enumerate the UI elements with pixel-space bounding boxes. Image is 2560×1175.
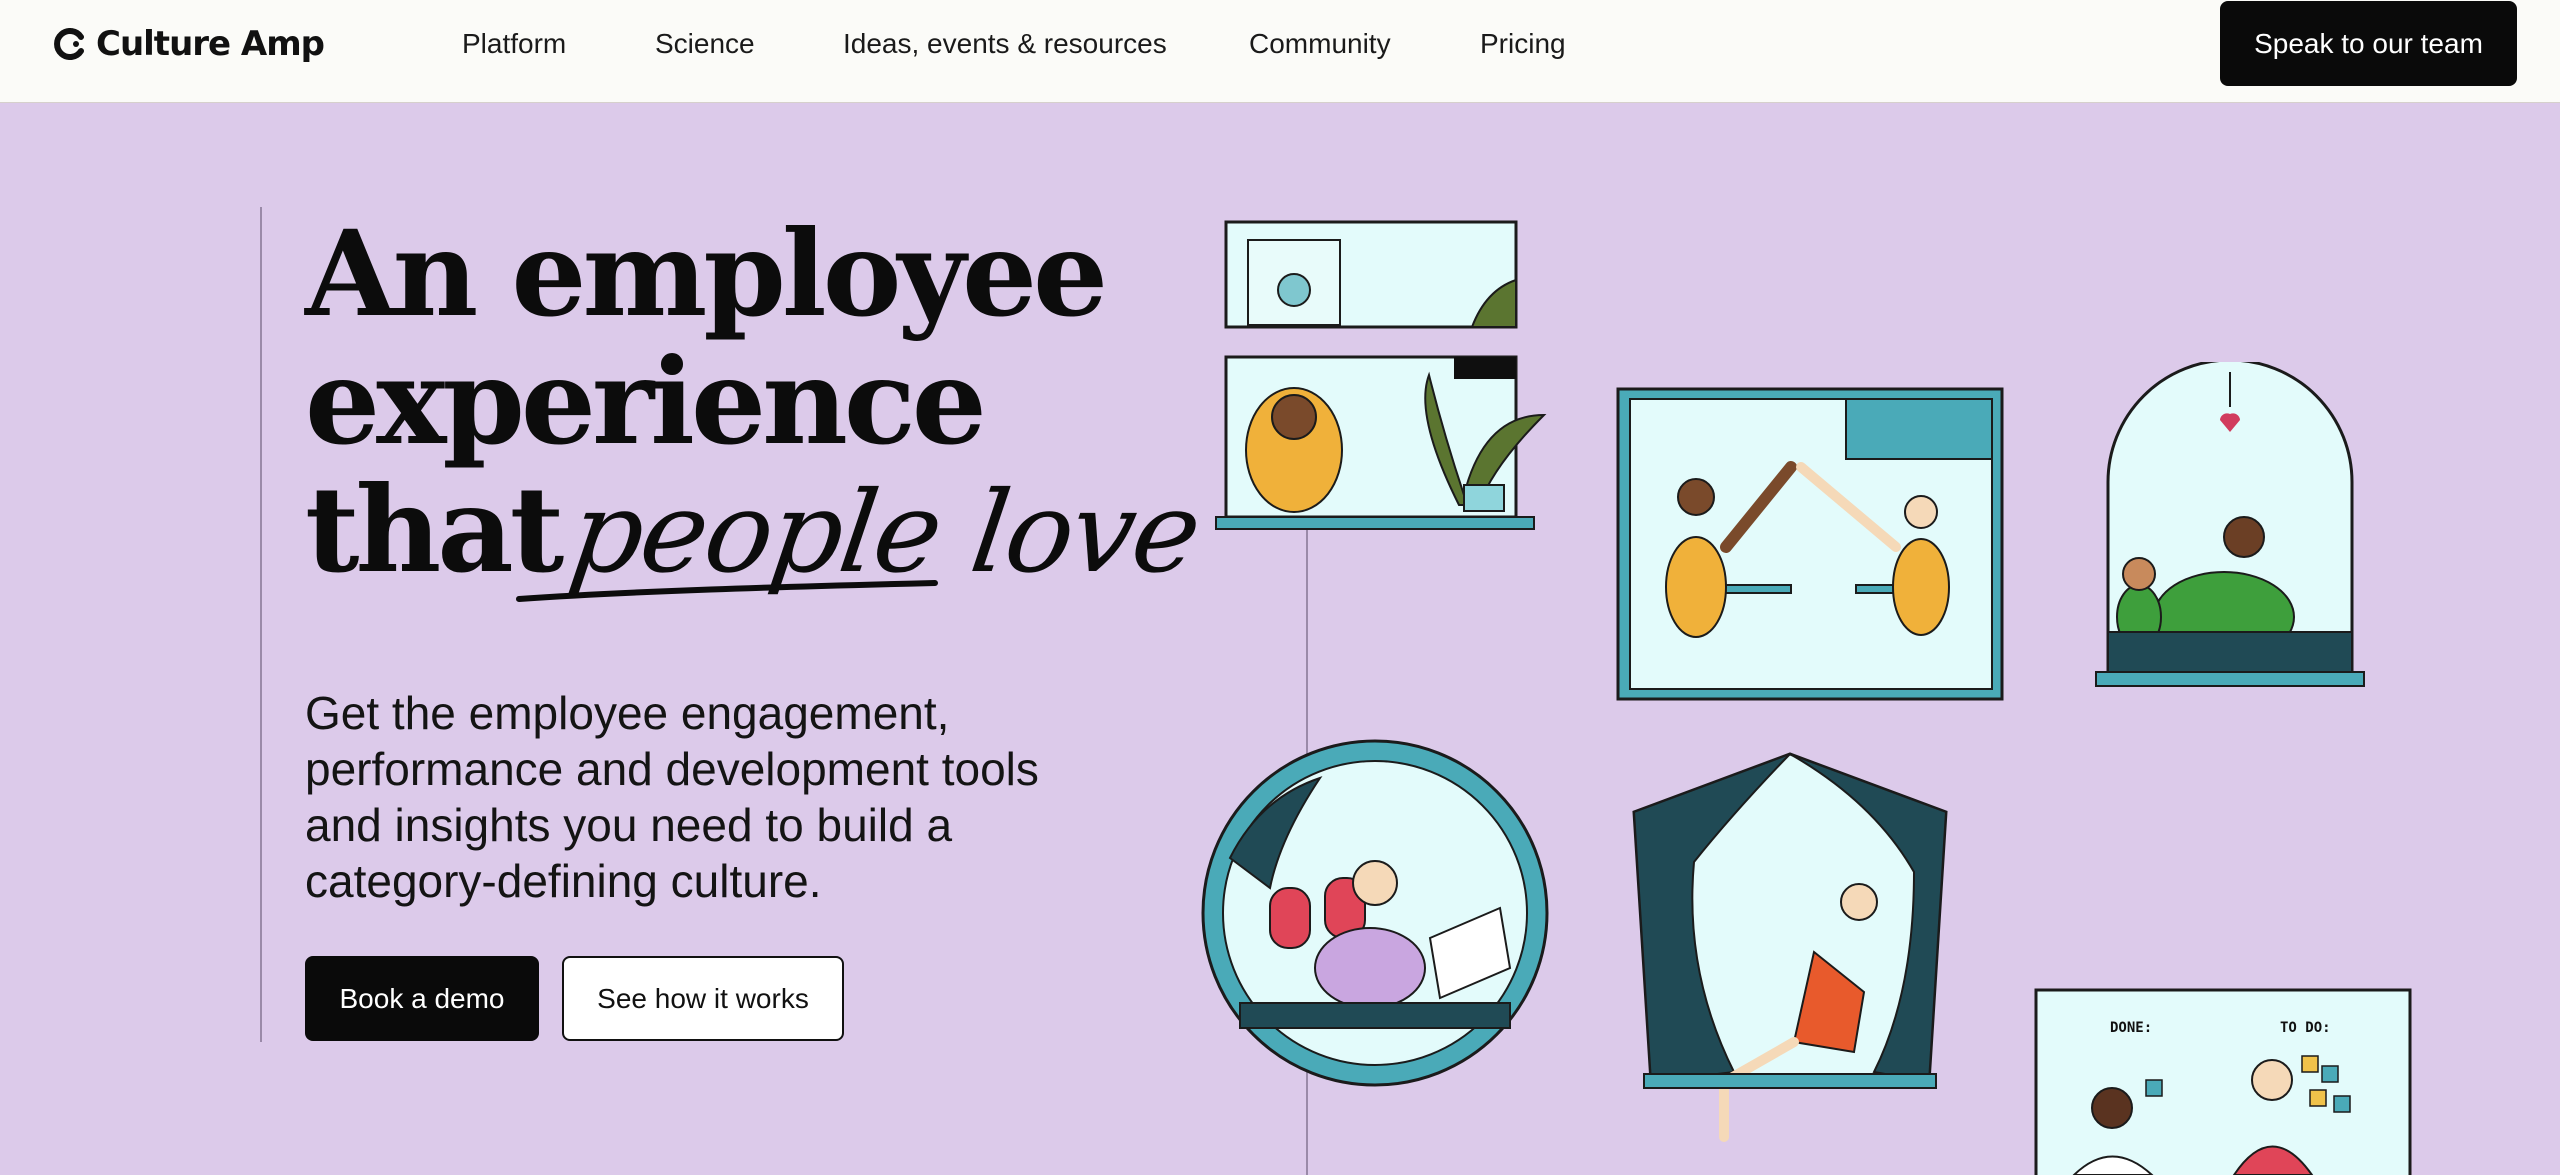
kanban-todo-label: TO DO: bbox=[2280, 1020, 2331, 1036]
brand-name: Culture Amp bbox=[96, 24, 325, 64]
culture-amp-logo-icon bbox=[54, 28, 84, 60]
hero-title: An employee experience thatpeople love bbox=[305, 204, 1207, 599]
kanban-board-illustration bbox=[2034, 988, 2412, 1175]
book-demo-button[interactable]: Book a demo bbox=[305, 956, 539, 1041]
hero-subtitle: Get the employee engagement, performance… bbox=[305, 687, 1039, 907]
nav-item-science[interactable]: Science bbox=[655, 28, 755, 60]
nav-item-ideas-events-resources[interactable]: Ideas, events & resources bbox=[843, 28, 1167, 60]
nav-item-platform[interactable]: Platform bbox=[462, 28, 566, 60]
nav-item-community[interactable]: Community bbox=[1249, 28, 1391, 60]
window-person-hugging-illustration bbox=[1215, 355, 1547, 530]
kanban-done-label: DONE: bbox=[2110, 1020, 2153, 1036]
hero-divider-line bbox=[260, 207, 262, 1042]
arched-window-parent-baby-illustration bbox=[2095, 362, 2365, 687]
hero-title-line-2: experience bbox=[305, 332, 987, 471]
handwritten-underline bbox=[516, 580, 938, 602]
nav-item-pricing[interactable]: Pricing bbox=[1480, 28, 1566, 60]
wall-portrait-illustration bbox=[1224, 220, 1518, 367]
curtain-window-woman-reading-illustration bbox=[1632, 752, 1948, 1142]
round-window-thinking-man-illustration bbox=[1201, 739, 1549, 1087]
office-high-five-illustration bbox=[1616, 387, 2004, 701]
see-how-it-works-button[interactable]: See how it works bbox=[562, 956, 844, 1041]
hero-title-line-1: An employee bbox=[305, 204, 1108, 343]
brand-logo[interactable]: Culture Amp bbox=[54, 24, 325, 64]
speak-to-team-button[interactable]: Speak to our team bbox=[2220, 1, 2517, 86]
top-nav-bar: Culture Amp Platform Science Ideas, even… bbox=[0, 0, 2560, 103]
